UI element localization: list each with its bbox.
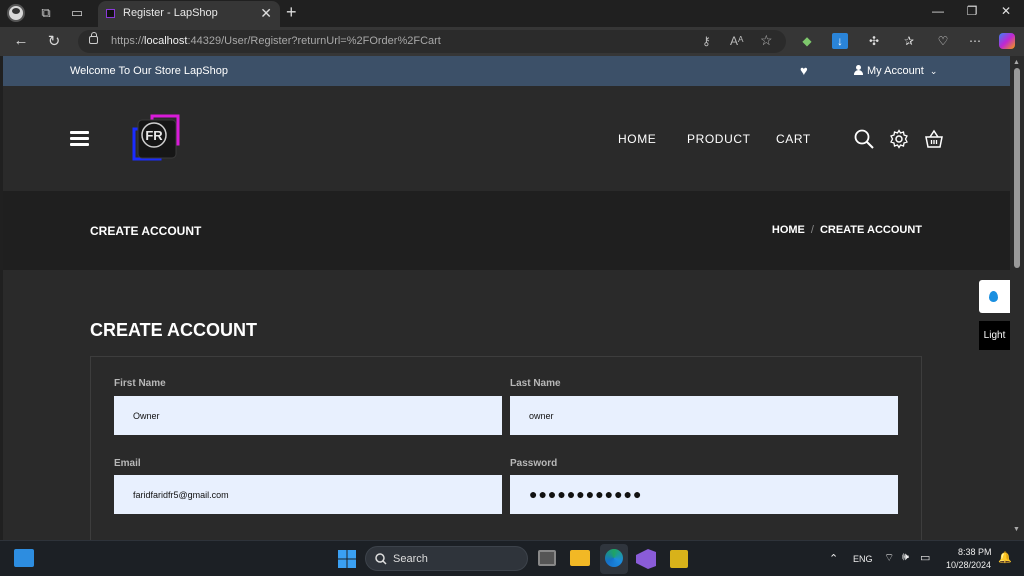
my-account-dropdown[interactable]: My Account ⌄ xyxy=(854,65,937,77)
battery-icon[interactable]: ▭ xyxy=(920,551,930,564)
workspaces-icon[interactable]: ⧉ xyxy=(36,4,56,22)
widgets-icon[interactable] xyxy=(14,549,34,567)
password-label: Password xyxy=(510,458,558,469)
last-name-label: Last Name xyxy=(510,378,561,389)
search-icon xyxy=(375,553,387,565)
performance-icon[interactable]: ♡ xyxy=(935,33,951,49)
clock-date[interactable]: 10/28/2024 xyxy=(946,560,991,570)
language-indicator[interactable]: ENG xyxy=(853,554,873,564)
main-content: CREATE ACCOUNT First Name Last Name Emai… xyxy=(3,270,1010,540)
welcome-text: Welcome To Our Store LapShop xyxy=(70,65,228,77)
breadcrumb-home-link[interactable]: HOME xyxy=(772,224,805,236)
task-view-icon[interactable] xyxy=(538,550,556,566)
nav-home-link[interactable]: HOME xyxy=(618,132,656,146)
tab-favicon-icon xyxy=(106,9,115,18)
tab-close-icon[interactable]: ✕ xyxy=(260,5,272,22)
browser-toolbar: ← ↻ https://localhost:44329/User/Registe… xyxy=(0,27,1024,56)
email-field[interactable] xyxy=(114,475,502,514)
chevron-down-icon: ⌄ xyxy=(929,66,938,76)
breadcrumb-current: CREATE ACCOUNT xyxy=(819,224,922,236)
tray-overflow-icon[interactable]: ⌃ xyxy=(829,552,838,565)
nav-product-link[interactable]: PRODUCT xyxy=(687,132,751,146)
shopping-basket-icon[interactable] xyxy=(924,129,944,149)
banner-title: CREATE ACCOUNT xyxy=(90,224,202,238)
search-label: Search xyxy=(393,553,428,565)
site-logo[interactable]: FR xyxy=(132,113,180,163)
windows-start-icon[interactable] xyxy=(336,548,358,570)
last-name-field[interactable] xyxy=(510,396,898,435)
profile-avatar-icon[interactable] xyxy=(7,4,25,22)
visual-studio-icon[interactable] xyxy=(636,549,656,569)
page-scrollbar[interactable]: ▲ ▼ xyxy=(1010,56,1024,540)
wifi-icon[interactable]: ⌔ xyxy=(884,551,894,565)
light-mode-button[interactable]: Light xyxy=(979,321,1010,350)
nav-cart-link[interactable]: CART xyxy=(776,132,811,146)
back-arrow-icon[interactable]: ← xyxy=(11,32,31,49)
file-explorer-icon[interactable] xyxy=(570,550,590,566)
tab-actions-icon[interactable]: ▭ xyxy=(67,4,87,22)
browser-tab-active[interactable]: Register - LapShop ✕ xyxy=(98,1,280,27)
taskbar-search[interactable]: Search xyxy=(365,546,528,571)
site-header: FR HOME PRODUCT CART xyxy=(3,86,1010,191)
breadcrumb: HOME / CREATE ACCOUNT xyxy=(772,224,922,236)
minimize-icon[interactable]: — xyxy=(928,4,948,18)
edge-taskbar-item[interactable] xyxy=(600,544,628,574)
user-icon xyxy=(854,65,863,75)
tab-title: Register - LapShop xyxy=(123,7,218,19)
restore-icon[interactable]: ❐ xyxy=(962,4,982,18)
page-title: CREATE ACCOUNT xyxy=(90,320,257,340)
water-drop-icon xyxy=(989,291,998,302)
top-info-bar: Welcome To Our Store LapShop ♥ My Accoun… xyxy=(3,56,1010,86)
app-icon[interactable] xyxy=(670,550,688,568)
address-bar[interactable]: https://localhost:44329/User/Register?re… xyxy=(78,30,786,53)
gear-icon[interactable] xyxy=(889,129,909,149)
password-field[interactable]: ●●●●●●●●●●●● xyxy=(510,475,898,514)
notification-bell-icon[interactable]: 🔔 xyxy=(998,551,1012,564)
search-icon[interactable] xyxy=(854,129,874,149)
scroll-thumb[interactable] xyxy=(1014,68,1020,268)
wishlist-heart-icon[interactable]: ♥ xyxy=(800,63,808,78)
first-name-field[interactable] xyxy=(114,396,502,435)
web-page: Welcome To Our Store LapShop ♥ My Accoun… xyxy=(3,56,1010,540)
scroll-up-icon[interactable]: ▲ xyxy=(1013,59,1020,66)
hamburger-menu-icon[interactable] xyxy=(70,131,89,146)
read-aloud-icon[interactable]: Aᴬ xyxy=(730,34,743,48)
browser-tab-bar: ⧉ ▭ Register - LapShop ✕ + — ❐ ✕ xyxy=(0,0,1024,27)
key-icon[interactable]: ⚷ xyxy=(702,34,711,48)
lock-icon[interactable] xyxy=(89,32,98,44)
page-banner: CREATE ACCOUNT HOME / CREATE ACCOUNT xyxy=(3,191,1010,270)
my-account-label: My Account xyxy=(867,65,924,77)
url-text[interactable]: https://localhost:44329/User/Register?re… xyxy=(111,35,441,47)
favorite-star-icon[interactable]: ☆ xyxy=(760,32,773,49)
new-tab-icon[interactable]: + xyxy=(286,2,297,23)
copilot-icon[interactable] xyxy=(999,33,1015,49)
windows-taskbar: Search ⌃ ENG ⌔ 🕪 ▭ 8:38 PM 10/28/2024 🔔 xyxy=(0,540,1024,576)
extension-download-icon[interactable]: ↓ xyxy=(832,33,848,49)
edge-icon xyxy=(605,549,623,567)
svg-text:FR: FR xyxy=(145,128,163,143)
volume-icon[interactable]: 🕪 xyxy=(902,551,909,564)
register-form: First Name Last Name Email Password ●●●●… xyxy=(90,356,922,540)
refresh-icon[interactable]: ↻ xyxy=(44,32,64,50)
more-menu-icon[interactable]: ⋯ xyxy=(967,33,983,49)
extensions-puzzle-icon[interactable]: ✣ xyxy=(866,33,882,49)
scroll-down-icon[interactable]: ▼ xyxy=(1013,526,1020,533)
breadcrumb-separator: / xyxy=(810,224,814,236)
favorites-icon[interactable]: ✰ xyxy=(901,33,917,49)
color-picker-widget[interactable] xyxy=(979,280,1010,313)
first-name-label: First Name xyxy=(114,378,166,389)
close-window-icon[interactable]: ✕ xyxy=(996,4,1016,18)
clock-time[interactable]: 8:38 PM xyxy=(958,547,992,557)
email-label: Email xyxy=(114,458,141,469)
extension-icon[interactable]: ◆ xyxy=(799,33,815,49)
